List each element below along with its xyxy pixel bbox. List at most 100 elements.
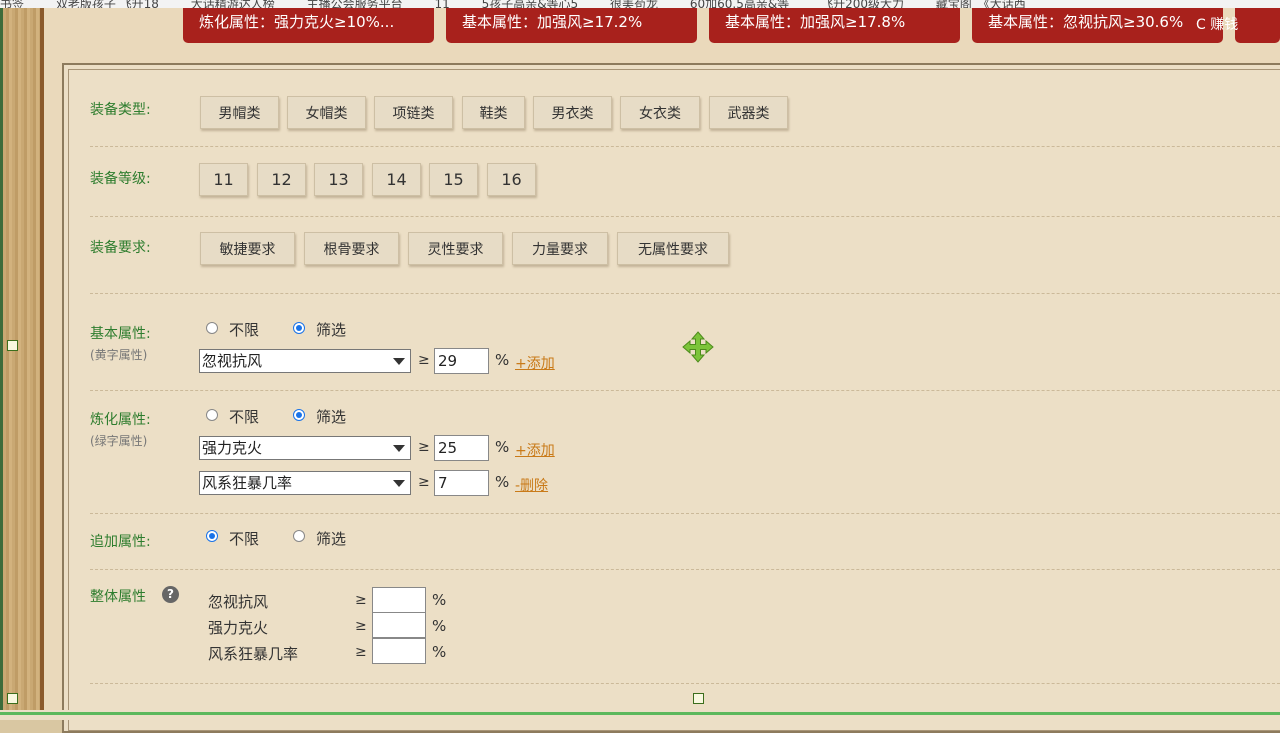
basic-attr-label: 基本属性:: [90, 326, 151, 342]
refine-attr-value-input[interactable]: 25: [434, 435, 489, 461]
basic-attr-unlimited-radio[interactable]: [206, 322, 218, 334]
bookmark-item[interactable]: 11: [434, 0, 449, 8]
equip-req-option[interactable]: 力量要求: [512, 232, 608, 265]
overall-attr-name: 忽视抗风: [208, 593, 269, 611]
chevron-down-icon: [393, 445, 405, 452]
basic-attr-value-input[interactable]: 29: [434, 348, 489, 374]
ge-symbol: ≥: [418, 439, 430, 455]
equip-type-option[interactable]: 女衣类: [620, 96, 700, 129]
overall-attr-value-input[interactable]: [372, 587, 426, 613]
equip-level-option[interactable]: 16: [487, 163, 536, 196]
refine-attr-filter-radio[interactable]: [293, 409, 305, 421]
equip-req-option[interactable]: 灵性要求: [408, 232, 503, 265]
equip-req-option[interactable]: 根骨要求: [304, 232, 399, 265]
radio-label: 筛选: [316, 408, 347, 426]
ge-symbol: ≥: [418, 474, 430, 490]
ge-symbol: ≥: [355, 618, 367, 634]
help-circle-icon[interactable]: ?: [162, 586, 179, 603]
radio-label: 不限: [229, 321, 260, 339]
section-divider: [90, 569, 1280, 570]
resize-handle[interactable]: [7, 340, 18, 351]
overall-attr-value-input[interactable]: [372, 638, 426, 664]
equip-level-option[interactable]: 12: [257, 163, 306, 196]
refine-attr-select[interactable]: 风系狂暴几率: [199, 471, 411, 495]
extra-attr-unlimited-radio[interactable]: [206, 530, 218, 542]
equip-level-option[interactable]: 15: [429, 163, 478, 196]
radio-label: 筛选: [316, 321, 347, 339]
bookmark-item[interactable]: 书签: [0, 0, 24, 8]
bookmark-item[interactable]: 双老版孩子 飞升18: [56, 0, 159, 8]
bookmarks-bar: 书签 双老版孩子 飞升18 大话精游达人榜 主播公会服务平台 11 5孩子高亲&…: [0, 0, 1280, 8]
basic-attr-filter-radio[interactable]: [293, 322, 305, 334]
select-value: 强力克火: [202, 439, 263, 457]
percent-unit: %: [432, 643, 447, 661]
refine-attr-select[interactable]: 强力克火: [199, 436, 411, 460]
delete-attr-link[interactable]: -删除: [515, 475, 548, 495]
refine-attr-value-input[interactable]: 7: [434, 470, 489, 496]
bookmark-item[interactable]: 飞升200级大力: [821, 0, 904, 8]
selection-border: [0, 712, 1280, 715]
chevron-down-icon: [393, 358, 405, 365]
section-divider: [90, 390, 1280, 391]
chevron-down-icon: [393, 480, 405, 487]
add-attr-link[interactable]: +添加: [515, 440, 555, 460]
bookmark-item[interactable]: 主播公会服务平台: [307, 0, 403, 8]
move-cross-icon: [682, 331, 714, 363]
equip-req-option[interactable]: 敏捷要求: [200, 232, 295, 265]
overall-attr-name: 强力克火: [208, 619, 269, 637]
extra-attr-filter-radio[interactable]: [293, 530, 305, 542]
equip-req-label: 装备要求:: [90, 240, 151, 256]
equip-type-option[interactable]: 项链类: [374, 96, 453, 129]
bookmark-item[interactable]: 藏宝阁_《大话西: [936, 0, 1026, 8]
extension-badge: C 赚钱: [1196, 17, 1239, 33]
overall-attr-label: 整体属性: [90, 589, 146, 605]
equip-type-option[interactable]: 男帽类: [200, 96, 279, 129]
saved-filter-card[interactable]: [1235, 6, 1280, 43]
section-divider: [90, 683, 1280, 684]
equip-level-option[interactable]: 11: [199, 163, 248, 196]
wood-border: [3, 0, 43, 720]
bookmark-item[interactable]: 很美苟龙: [610, 0, 658, 8]
radio-label: 筛选: [316, 530, 347, 548]
equip-level-option[interactable]: 13: [314, 163, 363, 196]
percent-unit: %: [495, 351, 510, 369]
equip-level-option[interactable]: 14: [372, 163, 421, 196]
refine-attr-unlimited-radio[interactable]: [206, 409, 218, 421]
section-divider: [90, 216, 1280, 217]
section-divider: [90, 513, 1280, 514]
percent-unit: %: [432, 591, 447, 609]
percent-unit: %: [495, 438, 510, 456]
percent-unit: %: [495, 473, 510, 491]
resize-handle[interactable]: [693, 693, 704, 704]
equip-type-option[interactable]: 武器类: [709, 96, 788, 129]
bookmark-item[interactable]: 5孩子高亲&等心5: [482, 0, 579, 8]
ge-symbol: ≥: [418, 352, 430, 368]
overall-attr-name: 风系狂暴几率: [208, 645, 299, 663]
equip-req-option[interactable]: 无属性要求: [617, 232, 729, 265]
add-attr-link[interactable]: +添加: [515, 353, 555, 373]
extra-attr-label: 追加属性:: [90, 534, 151, 550]
bookmark-item[interactable]: 60加60.5高亲&等: [690, 0, 789, 8]
refine-attr-label: 炼化属性:: [90, 412, 151, 428]
ge-symbol: ≥: [355, 644, 367, 660]
equip-type-option[interactable]: 鞋类: [462, 96, 525, 129]
basic-attr-select[interactable]: 忽视抗风: [199, 349, 411, 373]
basic-attr-sublabel: (黄字属性): [90, 348, 148, 362]
saved-filter-card[interactable]: 基本属性：加强风≥17.8%: [709, 6, 960, 43]
select-value: 忽视抗风: [202, 352, 263, 370]
ge-symbol: ≥: [355, 592, 367, 608]
section-divider: [90, 293, 1280, 294]
equip-type-option[interactable]: 男衣类: [533, 96, 612, 129]
bookmark-item[interactable]: 大话精游达人榜: [191, 0, 275, 8]
radio-label: 不限: [229, 530, 260, 548]
saved-filter-card[interactable]: 基本属性：加强风≥17.2%: [446, 6, 697, 43]
saved-filter-card[interactable]: 炼化属性：强力克火≥10%...: [183, 6, 434, 43]
refine-attr-sublabel: (绿字属性): [90, 434, 148, 448]
saved-filter-card[interactable]: 基本属性：忽视抗风≥30.6%: [972, 6, 1223, 43]
overall-attr-value-input[interactable]: [372, 612, 426, 638]
equip-type-option[interactable]: 女帽类: [287, 96, 366, 129]
select-value: 风系狂暴几率: [202, 474, 293, 492]
radio-label: 不限: [229, 408, 260, 426]
resize-handle[interactable]: [7, 693, 18, 704]
percent-unit: %: [432, 617, 447, 635]
